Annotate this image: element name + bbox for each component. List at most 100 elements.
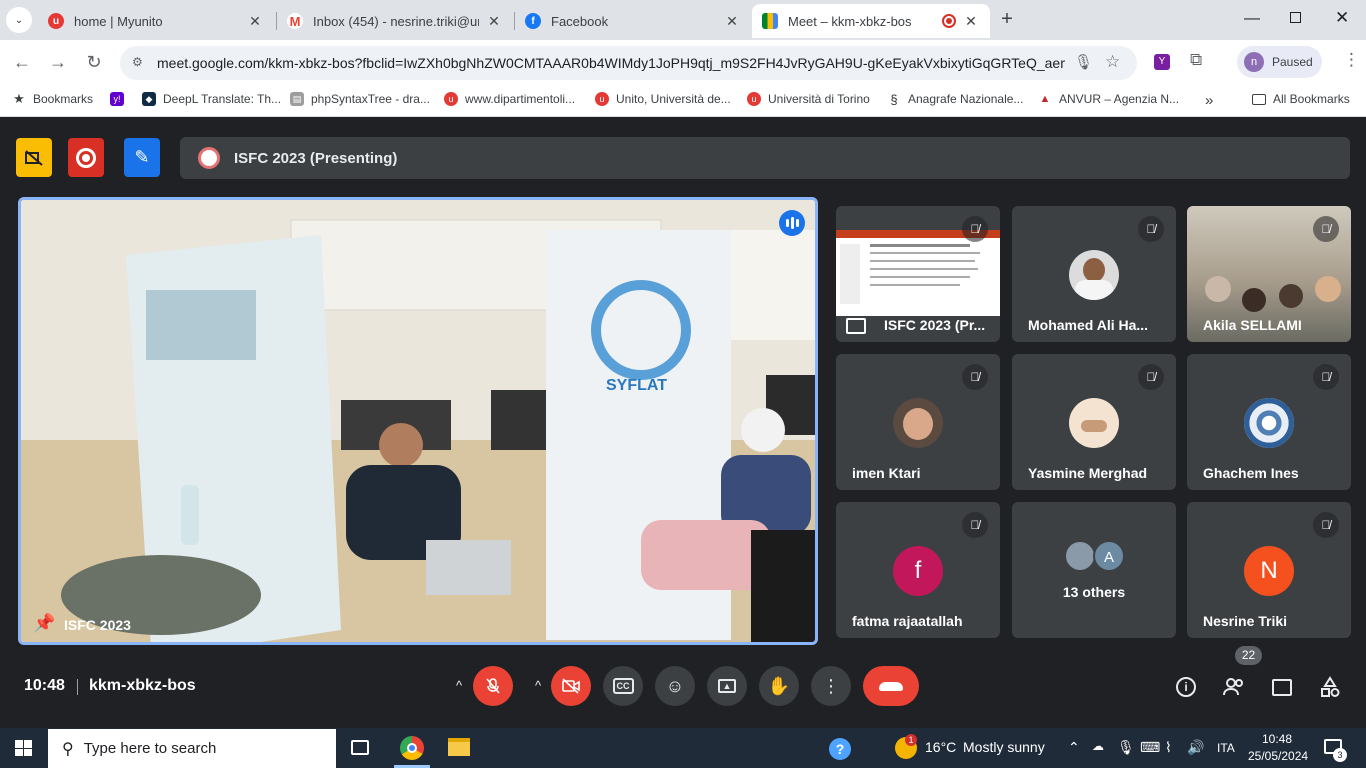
bookmark-item[interactable]: ▤ phpSyntaxTree - dra... [290, 92, 430, 106]
minimize-button[interactable]: — [1244, 10, 1260, 28]
language-indicator[interactable]: ITA [1217, 741, 1235, 755]
extensions-icon[interactable]: ⧉ [1190, 50, 1202, 70]
tab-meet[interactable]: Meet – kkm-xbkz-bos ✕ [752, 4, 990, 38]
participant-tile[interactable]: 🎙̸ Mohamed Ali Ha... [1012, 206, 1176, 342]
windows-start-icon[interactable] [15, 740, 32, 756]
close-icon[interactable]: ✕ [962, 12, 980, 30]
camera-off-button[interactable] [551, 666, 591, 706]
participant-photo [1069, 398, 1119, 448]
clock-time[interactable]: 10:48 [1262, 732, 1292, 746]
record-icon [76, 147, 96, 168]
back-button[interactable]: ← [8, 48, 36, 76]
wifi-icon[interactable]: ⌇ [1165, 739, 1172, 756]
participant-tile[interactable]: 🎙̸ N Nesrine Triki [1187, 502, 1351, 638]
main-video-tile[interactable]: SYFLAT 📌 ISFC 2023 [18, 197, 818, 645]
reload-button[interactable]: ↻ [80, 48, 108, 76]
captions-icon: CC [612, 678, 634, 694]
tab-title: Facebook [551, 13, 609, 29]
present-icon: ▲ [718, 679, 736, 693]
audio-options-chevron-icon[interactable]: ^ [456, 678, 462, 693]
no-camera-overlay-button[interactable] [16, 138, 52, 177]
volume-icon[interactable]: 🔊 [1187, 739, 1204, 756]
microphone-tray-icon[interactable]: 🎙 [1117, 739, 1135, 756]
bookmark-item[interactable]: y! [110, 92, 131, 106]
address-bar[interactable]: ⚙ meet.google.com/kkm-xbkz-bos?fbclid=Iw… [120, 46, 1137, 80]
present-now-button[interactable]: ▲ [707, 666, 747, 706]
bookmark-item[interactable]: u www.dipartimentoli... [444, 92, 575, 106]
more-options-button[interactable]: ⋮ [811, 666, 851, 706]
activities-icon[interactable] [1315, 672, 1345, 702]
yahoo-extension-icon[interactable]: Y [1154, 54, 1170, 70]
bookmark-item[interactable]: ◆ DeepL Translate: Th... [142, 92, 281, 106]
participant-tile[interactable]: 🎙̸ Yasmine Merghad [1012, 354, 1176, 490]
close-icon[interactable]: ✕ [485, 12, 503, 30]
tab-search-dropdown[interactable]: ⌄ [6, 7, 32, 33]
participant-tile[interactable]: 🎙̸ f fatma rajaatallah [836, 502, 1000, 638]
weather-description[interactable]: Mostly sunny [963, 739, 1045, 755]
task-view-icon[interactable] [351, 740, 369, 755]
close-window-button[interactable]: ✕ [1335, 8, 1349, 28]
chat-icon[interactable] [1267, 672, 1297, 702]
profile-button[interactable]: n Paused [1237, 46, 1322, 78]
taskbar-search-box[interactable]: ⚲ Type here to search [48, 729, 336, 768]
others-tile[interactable]: A 13 others [1012, 502, 1176, 638]
search-icon: ⚲ [62, 740, 74, 758]
forward-button[interactable]: → [44, 48, 72, 76]
tab-gmail[interactable]: M Inbox (454) - nesrine.triki@unit ✕ [277, 4, 513, 38]
muted-mic-icon: 🎙̸ [1313, 512, 1339, 538]
file-explorer-icon[interactable] [448, 738, 470, 756]
participant-tile-screen[interactable]: 🎙̸ ISFC 2023 (Pr... [836, 206, 1000, 342]
present-screen-icon [846, 318, 866, 334]
emoji-icon: ☺ [665, 675, 685, 696]
clock-date[interactable]: 25/05/2024 [1248, 749, 1308, 763]
reactions-button[interactable]: ☺ [655, 666, 695, 706]
new-tab-button[interactable]: + [996, 9, 1018, 31]
bookmark-item[interactable]: u Unito, Università de... [595, 92, 731, 106]
whiteboard-button[interactable]: ✎ [124, 138, 160, 177]
participant-tile[interactable]: 🎙̸ Ghachem Ines [1187, 354, 1351, 490]
unito-icon: u [747, 92, 761, 106]
pin-icon[interactable]: 📌 [33, 613, 55, 634]
close-icon[interactable]: ✕ [246, 12, 264, 30]
weather-temperature[interactable]: 16°C [925, 739, 956, 755]
participant-tile[interactable]: 🎙̸ Akila SELLAMI [1187, 206, 1351, 342]
microphone-off-button[interactable] [473, 666, 513, 706]
bookmark-item[interactable]: § Anagrafe Nazionale... [887, 92, 1023, 107]
search-placeholder: Type here to search [83, 740, 217, 757]
recording-icon [942, 14, 956, 28]
meet-window: ✎ ISFC 2023 (Presenting) SYFLAT 📌 ISFC 2… [0, 118, 1366, 728]
meeting-details-icon[interactable]: i [1171, 672, 1201, 702]
participant-tile[interactable]: 🎙̸ imen Ktari [836, 354, 1000, 490]
chrome-menu-icon[interactable]: ⋮ [1343, 50, 1360, 70]
microphone-icon[interactable]: 🎙 [1074, 53, 1093, 71]
isfc-logo-icon [198, 147, 220, 169]
recording-button[interactable] [68, 138, 104, 177]
meet-icon [762, 13, 778, 29]
raise-hand-button[interactable]: ✋ [759, 666, 799, 706]
tab-myunito[interactable]: u home | Myunito ✕ [38, 4, 274, 38]
site-info-icon[interactable]: ⚙ [132, 55, 143, 69]
leave-call-button[interactable] [863, 666, 919, 706]
tab-facebook[interactable]: f Facebook ✕ [515, 4, 751, 38]
restore-button[interactable] [1290, 12, 1301, 23]
bookmark-star-icon[interactable]: ☆ [1105, 52, 1120, 72]
help-icon[interactable]: ? [829, 738, 851, 760]
tab-title: Meet – kkm-xbkz-bos [788, 13, 912, 29]
network-icon[interactable]: ⌨ [1140, 739, 1160, 756]
bookmark-item[interactable]: ★ Bookmarks [12, 91, 93, 106]
screen-share-thumbnail [836, 230, 1000, 316]
video-options-chevron-icon[interactable]: ^ [535, 678, 541, 693]
bookmark-item[interactable]: u Università di Torino [747, 92, 870, 106]
avatar: A [1093, 540, 1125, 572]
show-hidden-icons-icon[interactable]: ⌃ [1068, 739, 1080, 756]
bookmark-item[interactable]: ▲ ANVUR – Agenzia N... [1038, 92, 1180, 106]
captions-button[interactable]: CC [603, 666, 643, 706]
participant-name: Yasmine Merghad [1028, 465, 1148, 481]
chrome-taskbar-icon[interactable] [400, 736, 424, 760]
close-icon[interactable]: ✕ [723, 12, 741, 30]
all-bookmarks[interactable]: All Bookmarks [1252, 92, 1350, 106]
participant-photo [893, 398, 943, 448]
more-bookmarks-icon[interactable]: » [1205, 92, 1213, 109]
network-alert-icon[interactable]: ☁ [1092, 739, 1104, 753]
people-icon[interactable] [1219, 672, 1249, 702]
